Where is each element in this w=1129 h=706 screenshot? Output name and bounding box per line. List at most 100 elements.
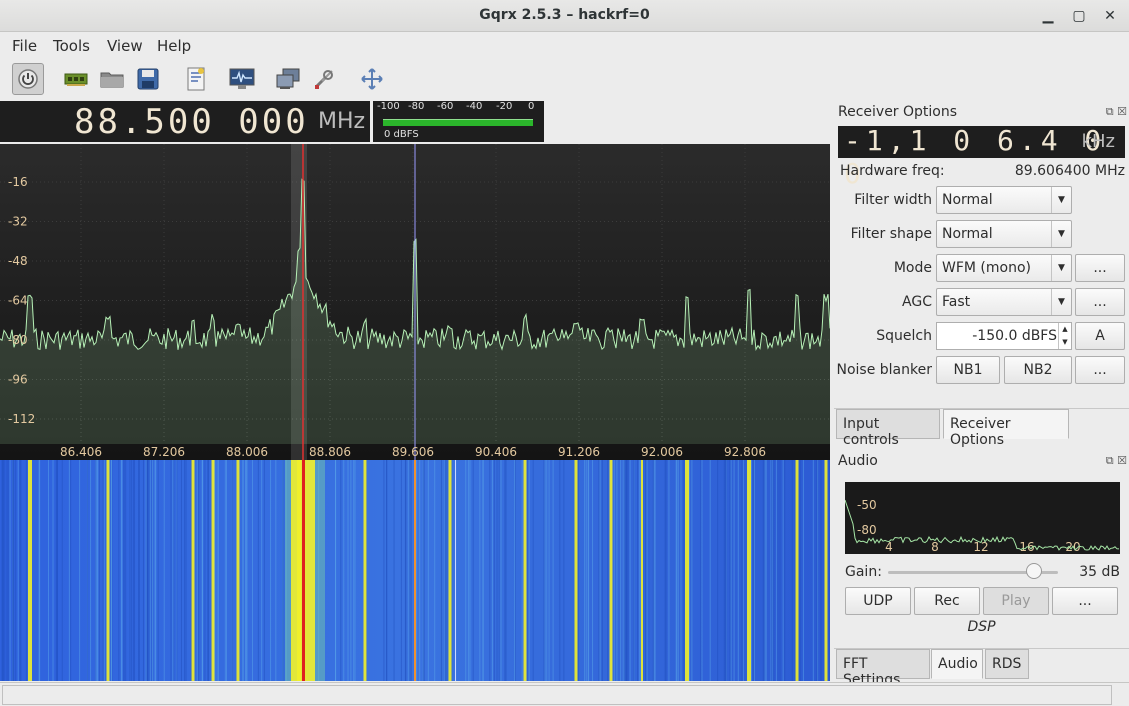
audio-options-button[interactable]: ... bbox=[1052, 587, 1118, 615]
filter-shape-select[interactable]: Normal ▼ bbox=[936, 220, 1072, 248]
waterfall-svg[interactable] bbox=[0, 460, 830, 681]
menu-help[interactable]: Help bbox=[157, 37, 191, 55]
menu-bar: File Tools View Help bbox=[0, 33, 1129, 59]
spectrum-y-tick: -64 bbox=[8, 294, 28, 308]
minimize-icon[interactable]: ▁ bbox=[1038, 6, 1058, 26]
spectrum-x-tick: 88.006 bbox=[226, 445, 268, 459]
audio-y-tick: -80 bbox=[857, 523, 877, 537]
tab-fft-settings[interactable]: FFT Settings bbox=[836, 649, 930, 688]
spin-arrows-icon[interactable]: ▲ ▼ bbox=[1058, 323, 1071, 349]
fullscreen-icon[interactable] bbox=[356, 63, 388, 95]
spectrum-y-tick: -80 bbox=[8, 333, 28, 347]
hw-freq-label: Hardware freq: bbox=[840, 163, 945, 179]
mode-select[interactable]: WFM (mono) ▼ bbox=[936, 254, 1072, 282]
spectrum-y-tick: -32 bbox=[8, 215, 28, 229]
mode-label: Mode bbox=[893, 260, 932, 276]
meter-tick: -60 bbox=[437, 101, 454, 112]
hardware-icon[interactable] bbox=[60, 63, 92, 95]
spectrum-x-tick: 87.206 bbox=[143, 445, 185, 459]
toolbar bbox=[0, 60, 830, 100]
nb2-button[interactable]: NB2 bbox=[1004, 356, 1072, 384]
meter-tick: -40 bbox=[466, 101, 483, 112]
squelch-auto-button[interactable]: A bbox=[1075, 322, 1125, 350]
folder-icon[interactable] bbox=[96, 63, 128, 95]
tab-audio[interactable]: Audio bbox=[931, 649, 983, 679]
agc-options-button[interactable]: ... bbox=[1075, 288, 1125, 316]
filter-offset-unit: kHz bbox=[1081, 131, 1115, 152]
menu-file[interactable]: File bbox=[12, 37, 37, 55]
tab-rds[interactable]: RDS bbox=[985, 649, 1029, 679]
meter-ticks: -100 -80 -60 -40 -20 0 bbox=[373, 101, 544, 115]
filter-width-value: Normal bbox=[942, 192, 993, 208]
chevron-down-icon: ▼ bbox=[1051, 255, 1071, 281]
rec-button[interactable]: Rec bbox=[914, 587, 980, 615]
filter-width-label: Filter width bbox=[854, 192, 932, 208]
waterfall-display[interactable] bbox=[0, 460, 830, 681]
spectrum-x-tick: 89.606 bbox=[392, 445, 434, 459]
spectrum-x-tick: 91.206 bbox=[558, 445, 600, 459]
agc-value: Fast bbox=[942, 294, 971, 310]
spectrum-y-tick: -112 bbox=[8, 412, 35, 426]
spectrum-x-tick: 88.806 bbox=[309, 445, 351, 459]
waveform-icon[interactable] bbox=[226, 63, 258, 95]
spectrum-y-tick: -16 bbox=[8, 175, 28, 189]
signal-meter: -100 -80 -60 -40 -20 0 0 dBFS bbox=[373, 101, 544, 142]
agc-label: AGC bbox=[902, 294, 932, 310]
frequency-value[interactable]: 88.500 000 bbox=[74, 102, 309, 142]
dock-float-close-icon[interactable]: ⧉ ☒ bbox=[1106, 105, 1127, 119]
receiver-options-header: Receiver Options bbox=[838, 104, 958, 120]
spectrum-x-tick: 86.406 bbox=[60, 445, 102, 459]
close-icon[interactable]: ✕ bbox=[1100, 6, 1120, 26]
title-bar: Gqrx 2.5.3 – hackrf=0 ▁ ▢ ✕ bbox=[0, 0, 1129, 32]
agc-select[interactable]: Fast ▼ bbox=[936, 288, 1072, 316]
window-title: Gqrx 2.5.3 – hackrf=0 bbox=[479, 7, 650, 23]
maximize-icon[interactable]: ▢ bbox=[1069, 6, 1089, 26]
gain-slider-handle[interactable] bbox=[1026, 563, 1043, 579]
tab-input-controls[interactable]: Input controls bbox=[836, 409, 940, 448]
meter-tick: -100 bbox=[377, 101, 400, 112]
dsp-label: DSP bbox=[967, 619, 996, 635]
nb-options-button[interactable]: ... bbox=[1075, 356, 1125, 384]
mode-options-button[interactable]: ... bbox=[1075, 254, 1125, 282]
gain-value: 35 dB bbox=[1079, 564, 1120, 580]
notes-icon[interactable] bbox=[180, 63, 212, 95]
spectrum-plot[interactable]: -16 -32 -48 -64 -80 -96 -112 86.406 87.206 88.00… bbox=[0, 144, 830, 460]
tools-icon[interactable] bbox=[308, 63, 340, 95]
menu-tools[interactable]: Tools bbox=[53, 37, 90, 55]
spectrum-x-tick: 92.006 bbox=[641, 445, 683, 459]
spectrum-y-tick: -48 bbox=[8, 254, 28, 268]
noise-blanker-label: Noise blanker bbox=[836, 362, 933, 378]
nb1-button[interactable]: NB1 bbox=[936, 356, 1000, 384]
udp-button[interactable]: UDP bbox=[845, 587, 911, 615]
frequency-unit: MHz bbox=[318, 109, 366, 134]
chevron-down-icon: ▼ bbox=[1051, 289, 1071, 315]
filter-shape-value: Normal bbox=[942, 226, 993, 242]
filter-shape-label: Filter shape bbox=[850, 226, 932, 242]
dock-float-close-icon[interactable]: ⧉ ☒ bbox=[1106, 454, 1127, 468]
hw-freq-value: 89.606400 MHz bbox=[1014, 163, 1125, 179]
spectrum-x-tick: 90.406 bbox=[475, 445, 517, 459]
gain-label: Gain: bbox=[845, 564, 882, 580]
spectrum-svg[interactable]: -16 -32 -48 -64 -80 -96 -112 86.406 87.206 88.00… bbox=[0, 144, 830, 460]
tab-receiver-options[interactable]: Receiver Options bbox=[943, 409, 1069, 448]
chevron-down-icon: ▼ bbox=[1051, 187, 1071, 213]
status-bar bbox=[0, 682, 1129, 706]
network-icon[interactable] bbox=[272, 63, 304, 95]
save-icon[interactable] bbox=[132, 63, 164, 95]
squelch-label: Squelch bbox=[876, 328, 932, 344]
filter-offset-display[interactable]: -1,1 0 6.4 0 0 kHz bbox=[838, 124, 1125, 190]
squelch-input[interactable]: -150.0 dBFS ▲ ▼ bbox=[936, 322, 1072, 350]
squelch-value: -150.0 dBFS bbox=[972, 328, 1057, 344]
audio-x-tick: 8 bbox=[931, 540, 939, 554]
audio-y-tick: -50 bbox=[857, 498, 877, 512]
spectrum-x-tick: 92.806 bbox=[724, 445, 766, 459]
filter-width-select[interactable]: Normal ▼ bbox=[936, 186, 1072, 214]
frequency-display[interactable]: 88.500 000 MHz bbox=[0, 101, 370, 142]
spectrum-y-tick: -96 bbox=[8, 373, 28, 387]
meter-tick: -80 bbox=[408, 101, 425, 112]
play-button[interactable]: Play bbox=[983, 587, 1049, 615]
meter-level-bar bbox=[383, 119, 533, 126]
power-icon[interactable] bbox=[12, 63, 44, 95]
menu-view[interactable]: View bbox=[107, 37, 143, 55]
audio-header: Audio bbox=[838, 453, 878, 469]
